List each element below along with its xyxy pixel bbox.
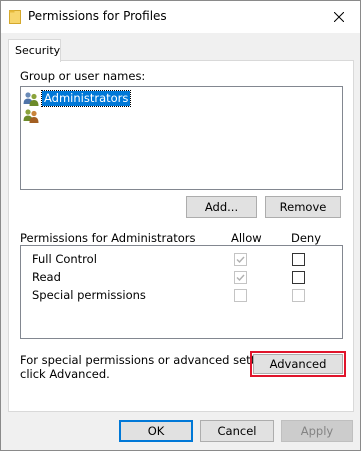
checkmark-icon [236,274,245,282]
allow-column-header: Allow [231,231,262,245]
users-group-icon [23,109,39,123]
title-bar[interactable]: Permissions for Profiles [1,1,360,33]
advanced-note-line2: click Advanced. [20,367,110,381]
deny-full-control-checkbox[interactable] [292,253,305,266]
close-button[interactable] [318,1,360,33]
window-title: Permissions for Profiles [28,9,167,23]
add-button-label: Add... [204,200,239,214]
list-item-group-2[interactable] [23,108,43,124]
advanced-note-line1: For special permissions or advanced sett… [20,353,283,367]
add-button[interactable]: Add... [186,196,257,218]
tab-security[interactable]: Security [8,39,61,62]
close-icon [334,12,344,22]
permissions-dialog: Permissions for Profiles Security Group … [0,0,361,451]
tab-security-label: Security [15,44,61,57]
list-item-administrators[interactable]: Administrators [23,90,323,107]
apply-button-label: Apply [300,424,334,438]
group-user-list[interactable]: Administrators [20,86,343,190]
permission-name-special: Special permissions [32,288,146,302]
advanced-button[interactable]: Advanced [253,354,343,374]
allow-read-checkbox[interactable] [234,271,247,284]
users-group-icon [23,92,39,106]
apply-button[interactable]: Apply [281,420,353,442]
cancel-button[interactable]: Cancel [200,420,274,442]
group-names-label: Group or user names: [20,69,146,83]
permissions-list: Full Control Read Special permissions [20,245,343,339]
remove-button[interactable]: Remove [265,196,341,218]
permission-name-read: Read [32,270,61,284]
deny-read-checkbox[interactable] [292,271,305,284]
cancel-button-label: Cancel [217,424,257,438]
ok-button-label: OK [147,424,165,438]
allow-full-control-checkbox[interactable] [234,253,247,266]
checkmark-icon [236,256,245,264]
permission-name-full-control: Full Control [32,252,97,266]
permissions-header: Permissions for Administrators [20,231,196,245]
advanced-highlight-frame: Advanced [250,351,346,377]
allow-special-permissions-checkbox[interactable] [234,289,247,302]
deny-column-header: Deny [291,231,322,245]
deny-special-permissions-checkbox[interactable] [292,289,305,302]
advanced-button-label: Advanced [269,357,327,371]
list-item-label: Administrators [40,90,132,107]
remove-button-label: Remove [279,200,327,214]
security-panel: Group or user names: Administrators Add.… [8,60,354,412]
folder-icon [9,10,21,24]
ok-button[interactable]: OK [119,420,193,442]
